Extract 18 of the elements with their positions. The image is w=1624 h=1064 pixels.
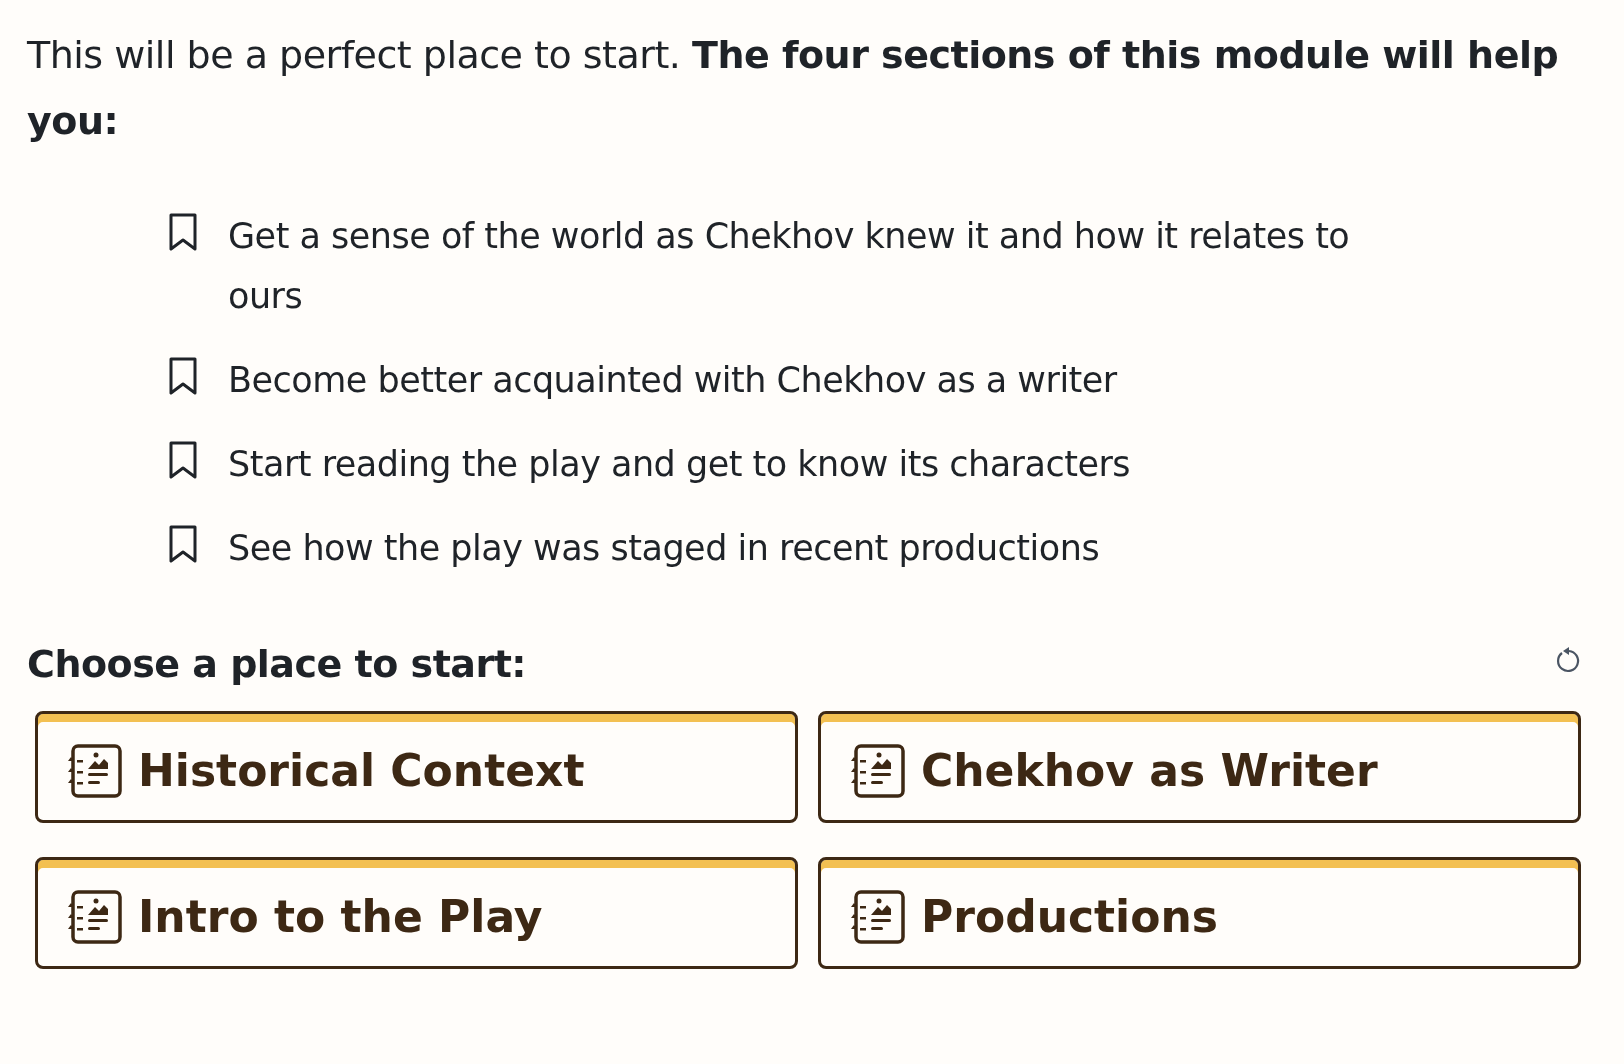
bookmark-icon <box>168 356 198 396</box>
document-icon <box>68 889 122 945</box>
goal-text: Become better acquainted with Chekhov as a writer <box>228 359 1117 402</box>
section-button[interactable]: Historical Context <box>35 711 798 823</box>
bookmark-icon <box>168 524 198 564</box>
document-icon <box>851 743 905 799</box>
intro-paragraph: This will be a perfect place to start. The four sections of this module will help you: <box>27 32 1560 145</box>
bookmark-icon <box>168 212 198 252</box>
goal-text: See how the play was staged in recent productions <box>228 527 1100 570</box>
section-button[interactable]: Intro to the Play <box>35 857 798 969</box>
bookmark-icon <box>168 440 198 480</box>
section-button[interactable]: Productions <box>818 857 1581 969</box>
goal-text: Get a sense of the world as Chekhov knew it and how it relates to ours <box>228 215 1351 318</box>
document-icon <box>851 889 905 945</box>
choose-heading: Choose a place to start: <box>27 641 527 688</box>
goal-text: Start reading the play and get to know its characters <box>228 443 1131 486</box>
section-button[interactable]: Chekhov as Writer <box>818 711 1581 823</box>
document-icon <box>68 743 122 799</box>
